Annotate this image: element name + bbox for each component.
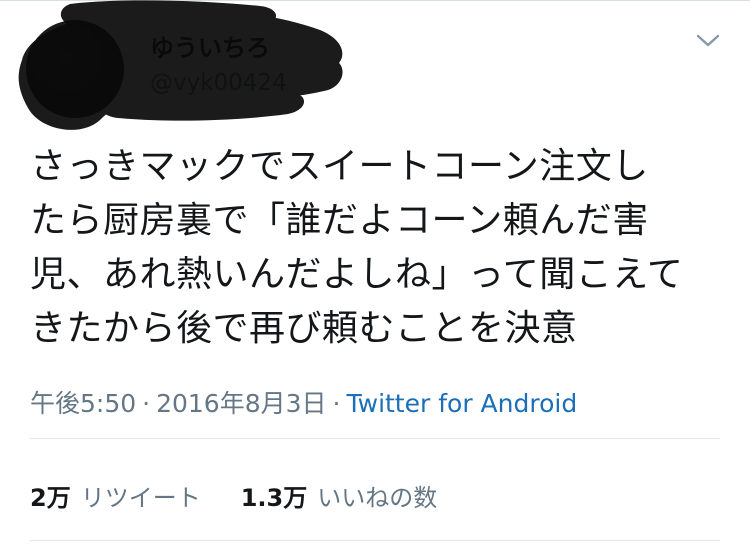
tweet-source-link[interactable]: Twitter for Android — [346, 389, 577, 418]
tweet-text: さっきマックでスイートコーン注文し たら厨房裏で「誰だよコーン頼んだ害 児、あれ… — [30, 140, 720, 356]
user-handle[interactable]: @vyk00424 — [150, 70, 287, 96]
tweet-time[interactable]: 午後5:50 — [30, 389, 136, 418]
tweet-header: ゆういちろ @vyk00424 — [0, 0, 750, 140]
meta-separator: · — [332, 389, 341, 418]
divider — [30, 540, 720, 541]
likes-count: 1.3万 — [240, 484, 308, 512]
tweet-line: きたから後で再び頼むことを決意 — [30, 308, 578, 349]
meta-separator: · — [142, 389, 151, 418]
chevron-down-icon — [696, 34, 720, 47]
likes-stat[interactable]: 1.3万 いいねの数 — [241, 478, 438, 513]
tweet-menu-button[interactable] — [693, 30, 723, 52]
retweets-count: 2万 — [30, 484, 71, 512]
divider — [30, 438, 720, 439]
retweets-label: リツイート — [80, 484, 201, 512]
tweet-line: 児、あれ熱いんだよしね」って聞こえて — [30, 254, 684, 295]
tweet-line: たら厨房裏で「誰だよコーン頼んだ害 — [30, 200, 649, 241]
tweet-stats: 2万 リツイート 1.3万 いいねの数 — [30, 478, 437, 513]
likes-label: いいねの数 — [317, 484, 438, 512]
tweet-meta: 午後5:50 · 2016年8月3日 · Twitter for Android — [30, 384, 577, 420]
user-name[interactable]: ゆういちろ — [150, 28, 270, 63]
tweet-line: さっきマックでスイートコーン注文し — [30, 146, 649, 187]
retweets-stat[interactable]: 2万 リツイート — [30, 478, 201, 513]
avatar[interactable] — [26, 20, 124, 118]
tweet-date[interactable]: 2016年8月3日 — [156, 389, 326, 418]
